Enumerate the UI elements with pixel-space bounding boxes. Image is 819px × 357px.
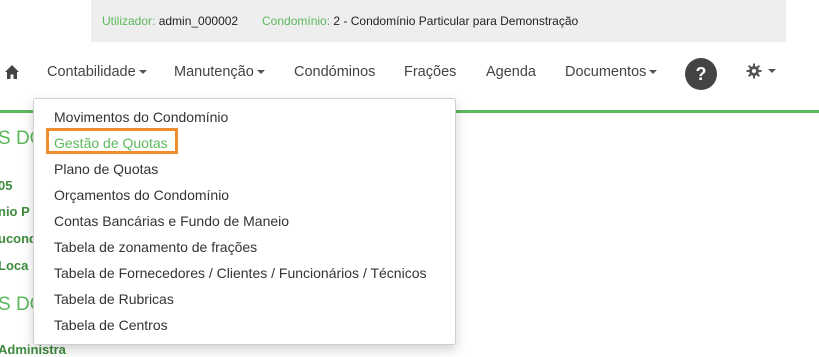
menu-item-contas-bancarias[interactable]: Contas Bancárias e Fundo de Maneio	[54, 213, 289, 229]
nav-manutencao[interactable]: Manutenção	[174, 64, 265, 80]
contabilidade-dropdown: Movimentos do Condomínio Gestão de Quota…	[33, 98, 456, 345]
home-icon[interactable]	[4, 64, 20, 80]
user-info-bar: Utilizador: admin_000002 Condomínio: 2 -…	[91, 0, 786, 42]
condo-info: Condomínio: 2 - Condomínio Particular pa…	[262, 0, 578, 42]
nav-fracoes-label: Frações	[404, 64, 457, 80]
menu-item-plano-quotas[interactable]: Plano de Quotas	[54, 161, 158, 177]
nav-manutencao-label: Manutenção	[174, 64, 254, 80]
caret-down-icon	[256, 70, 265, 75]
nav-condominos-label: Condóminos	[294, 64, 376, 80]
info-line: 05	[0, 178, 13, 193]
settings-menu[interactable]	[746, 63, 777, 84]
menu-item-fornecedores[interactable]: Tabela de Fornecedores / Clientes / Func…	[54, 265, 427, 281]
info-line: Loca	[0, 258, 29, 273]
gear-icon	[746, 63, 762, 79]
menu-item-rubricas[interactable]: Tabela de Rubricas	[54, 291, 174, 307]
help-button[interactable]: ?	[685, 58, 717, 90]
nav-documentos[interactable]: Documentos	[565, 64, 658, 80]
nav-fracoes[interactable]: Frações	[404, 64, 456, 80]
menu-item-movimentos[interactable]: Movimentos do Condomínio	[54, 109, 228, 125]
user-label: Utilizador:	[102, 14, 156, 28]
caret-down-icon	[649, 70, 658, 75]
nav-documentos-label: Documentos	[565, 64, 647, 80]
user-value: admin_000002	[158, 14, 239, 28]
caret-down-icon	[138, 70, 147, 75]
menu-item-zonamento[interactable]: Tabela de zonamento de frações	[54, 239, 257, 255]
nav-contabilidade[interactable]: Contabilidade	[47, 64, 147, 80]
main-navbar: Contabilidade Manutenção Condóminos Fraç…	[0, 50, 819, 96]
caret-down-icon	[768, 68, 777, 73]
condo-label: Condomínio:	[262, 14, 331, 28]
nav-agenda-label: Agenda	[486, 64, 536, 80]
nav-contabilidade-label: Contabilidade	[47, 64, 136, 80]
menu-item-orcamentos[interactable]: Orçamentos do Condomínio	[54, 187, 229, 203]
nav-condominos[interactable]: Condóminos	[294, 64, 375, 80]
menu-item-centros[interactable]: Tabela de Centros	[54, 317, 168, 333]
info-line: nio P	[0, 204, 30, 219]
highlight-box	[46, 128, 178, 154]
condo-value: 2 - Condomínio Particular para Demonstra…	[333, 14, 579, 28]
user-info: Utilizador: admin_000002	[102, 0, 238, 42]
nav-agenda[interactable]: Agenda	[486, 64, 536, 80]
info-line: ucond	[0, 231, 37, 246]
